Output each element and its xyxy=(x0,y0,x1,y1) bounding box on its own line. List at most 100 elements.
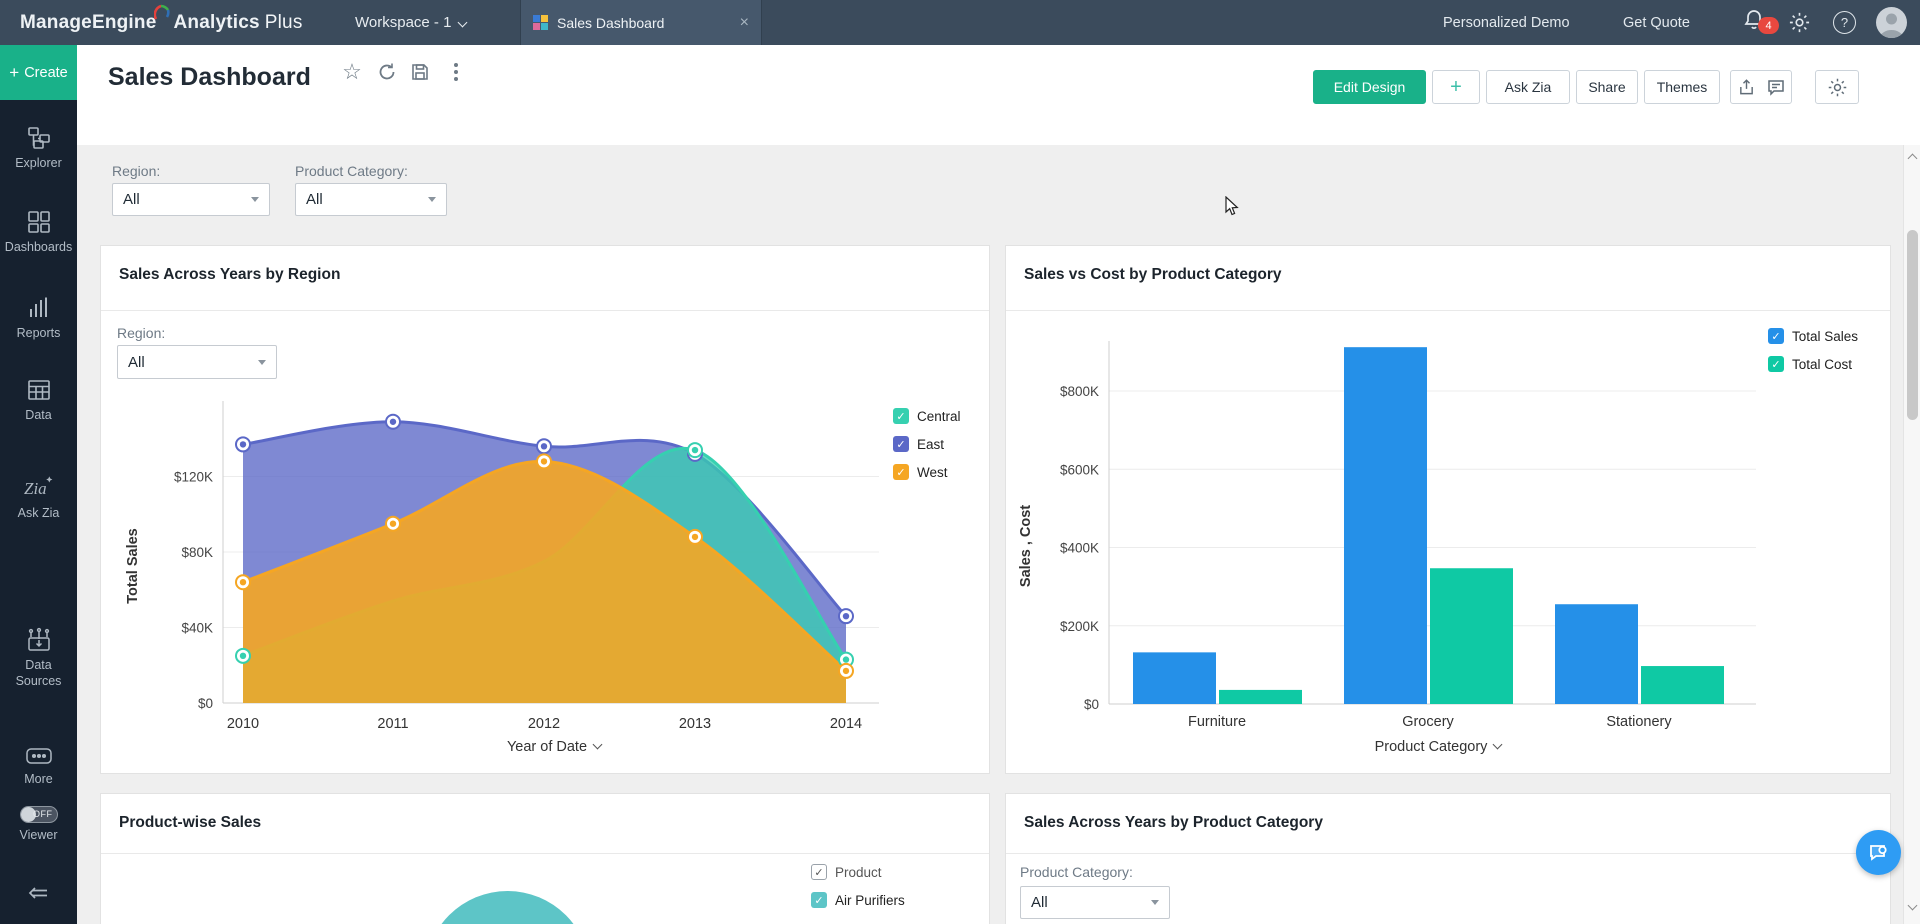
sidebar-item-reports[interactable]: Reports xyxy=(0,295,77,342)
x-axis-field-selector[interactable]: Year of Date xyxy=(389,739,719,755)
plus-icon: + xyxy=(1450,76,1462,99)
data-table-icon xyxy=(26,377,52,403)
sidebar-item-dashboards[interactable]: Dashboards xyxy=(0,209,77,256)
product-category-filter-label: Product Category: xyxy=(295,163,408,179)
dropdown-caret-icon xyxy=(251,197,259,202)
pie-chart-legend: ✓ Product ✓ Air Purifiers xyxy=(811,864,905,908)
panel-region-filter-dropdown[interactable]: All xyxy=(117,345,277,379)
chat-support-button[interactable] xyxy=(1856,830,1901,875)
panel-product-category-filter-dropdown[interactable]: All xyxy=(1020,886,1170,919)
edit-design-button[interactable]: Edit Design xyxy=(1313,70,1426,104)
legend-item-total-sales[interactable]: ✓ Total Sales xyxy=(1768,328,1858,344)
region-filter-dropdown[interactable]: All xyxy=(112,183,270,216)
legend-header-product[interactable]: ✓ Product xyxy=(811,864,905,880)
legend-item-west[interactable]: ✓ West xyxy=(893,464,961,480)
svg-text:2014: 2014 xyxy=(830,716,862,732)
tab-close-icon[interactable]: × xyxy=(740,14,749,32)
checkbox-icon: ✓ xyxy=(811,892,827,908)
sidebar-item-data[interactable]: Data xyxy=(0,377,77,424)
collapse-arrow-icon xyxy=(26,883,52,903)
themes-button[interactable]: Themes xyxy=(1644,70,1720,104)
x-axis-field-selector[interactable]: Product Category xyxy=(1273,739,1603,755)
brand-logo[interactable]: ManageEngine Analytics Plus xyxy=(20,0,303,45)
scroll-down-icon[interactable] xyxy=(1908,901,1918,911)
scroll-up-icon[interactable] xyxy=(1908,154,1918,164)
svg-text:$200K: $200K xyxy=(1060,619,1099,634)
help-icon[interactable]: ? xyxy=(1833,11,1856,34)
user-avatar[interactable] xyxy=(1876,7,1907,38)
legend-item-total-cost[interactable]: ✓ Total Cost xyxy=(1768,356,1858,372)
chevron-down-icon xyxy=(458,18,468,28)
refresh-icon[interactable] xyxy=(374,59,400,85)
brand-manageengine: ManageEngine xyxy=(20,12,156,34)
bar-chart: $0$200K$400K$600K$800KFurnitureGrocerySt… xyxy=(1006,246,1892,775)
panel-title: Sales Across Years by Product Category xyxy=(1024,814,1323,832)
ask-zia-button[interactable]: Ask Zia xyxy=(1486,70,1570,104)
share-button[interactable]: Share xyxy=(1576,70,1638,104)
svg-text:$0: $0 xyxy=(1084,697,1099,712)
svg-text:$400K: $400K xyxy=(1060,541,1099,556)
brand-plus: Plus xyxy=(265,12,303,34)
sidebar-item-explorer[interactable]: Explorer xyxy=(0,125,77,172)
sidebar-item-ask-zia[interactable]: Zia Ask Zia xyxy=(0,475,77,522)
dashboard-header: Sales Dashboard ☆ Edit Design + Ask Zia … xyxy=(77,45,1920,145)
checkbox-icon: ✓ xyxy=(893,408,909,424)
chevron-down-icon xyxy=(1493,740,1503,750)
pie-chart-slice[interactable] xyxy=(425,891,590,924)
sidebar-item-data-sources[interactable]: Data Sources xyxy=(0,627,77,689)
notifications-bell-icon[interactable]: 4 xyxy=(1742,8,1772,38)
get-quote-link[interactable]: Get Quote xyxy=(1623,0,1690,45)
panel-region-filter-label: Region: xyxy=(117,325,165,341)
svg-text:$800K: $800K xyxy=(1060,384,1099,399)
region-filter-label: Region: xyxy=(112,163,160,179)
vertical-scrollbar[interactable] xyxy=(1903,145,1920,924)
dashboard-canvas: Region: All Product Category: All Sales … xyxy=(77,145,1920,924)
dashboards-icon xyxy=(26,209,52,235)
sidebar-collapse-button[interactable] xyxy=(0,883,77,903)
svg-text:2010: 2010 xyxy=(227,716,259,732)
checkbox-icon: ✓ xyxy=(1768,356,1784,372)
gear-icon xyxy=(1827,77,1848,98)
export-icon[interactable] xyxy=(1738,78,1755,96)
settings-gear-icon[interactable] xyxy=(1788,11,1811,39)
panel-product-wise-sales: Product-wise Sales ✓ Product ✓ Air Purif… xyxy=(100,793,990,924)
panel-title: Sales vs Cost by Product Category xyxy=(1024,266,1282,284)
legend-item-central[interactable]: ✓ Central xyxy=(893,408,961,424)
legend-item-east[interactable]: ✓ East xyxy=(893,436,961,452)
legend-item-air-purifiers[interactable]: ✓ Air Purifiers xyxy=(811,892,905,908)
tab-sales-dashboard[interactable]: Sales Dashboard × xyxy=(520,0,762,45)
explorer-icon xyxy=(26,125,52,151)
favorite-star-icon[interactable]: ☆ xyxy=(339,59,365,85)
area-chart-legend: ✓ Central ✓ East ✓ West xyxy=(893,408,961,480)
sidebar-item-more[interactable]: More xyxy=(0,745,77,788)
svg-text:Total Sales: Total Sales xyxy=(125,528,141,603)
bar-chart-legend: ✓ Total Sales ✓ Total Cost xyxy=(1768,328,1858,372)
product-category-filter-dropdown[interactable]: All xyxy=(295,183,447,216)
checkbox-icon: ✓ xyxy=(1768,328,1784,344)
viewer-off-toggle[interactable]: OFF xyxy=(20,806,58,823)
more-options-kebab-icon[interactable] xyxy=(443,59,469,85)
panel-title: Product-wise Sales xyxy=(119,814,261,832)
workspace-selector[interactable]: Workspace - 1 xyxy=(355,0,466,45)
create-button[interactable]: + Create xyxy=(0,45,77,100)
svg-text:Stationery: Stationery xyxy=(1606,714,1672,730)
save-icon[interactable] xyxy=(407,59,433,85)
dropdown-caret-icon xyxy=(258,360,266,365)
personalized-demo-link[interactable]: Personalized Demo xyxy=(1443,0,1570,45)
dashboard-settings-button[interactable] xyxy=(1815,70,1859,104)
comment-icon[interactable] xyxy=(1767,78,1785,96)
tab-title: Sales Dashboard xyxy=(557,15,664,31)
manageengine-swoosh-icon xyxy=(154,3,170,31)
chevron-down-icon xyxy=(593,740,603,750)
svg-text:$600K: $600K xyxy=(1060,462,1099,477)
plus-icon: + xyxy=(9,63,19,83)
brand-analytics: Analytics xyxy=(173,12,259,34)
panel-sales-vs-cost-by-product-category: Sales vs Cost by Product Category $0 $200… xyxy=(1005,245,1891,774)
scrollbar-thumb[interactable] xyxy=(1907,230,1918,420)
viewer-toggle[interactable]: OFF Viewer xyxy=(0,806,77,844)
page-title: Sales Dashboard xyxy=(108,63,311,92)
svg-text:$0: $0 xyxy=(198,696,213,711)
checkbox-icon: ✓ xyxy=(893,436,909,452)
svg-text:$80K: $80K xyxy=(181,545,213,560)
add-report-button[interactable]: + xyxy=(1432,70,1480,104)
